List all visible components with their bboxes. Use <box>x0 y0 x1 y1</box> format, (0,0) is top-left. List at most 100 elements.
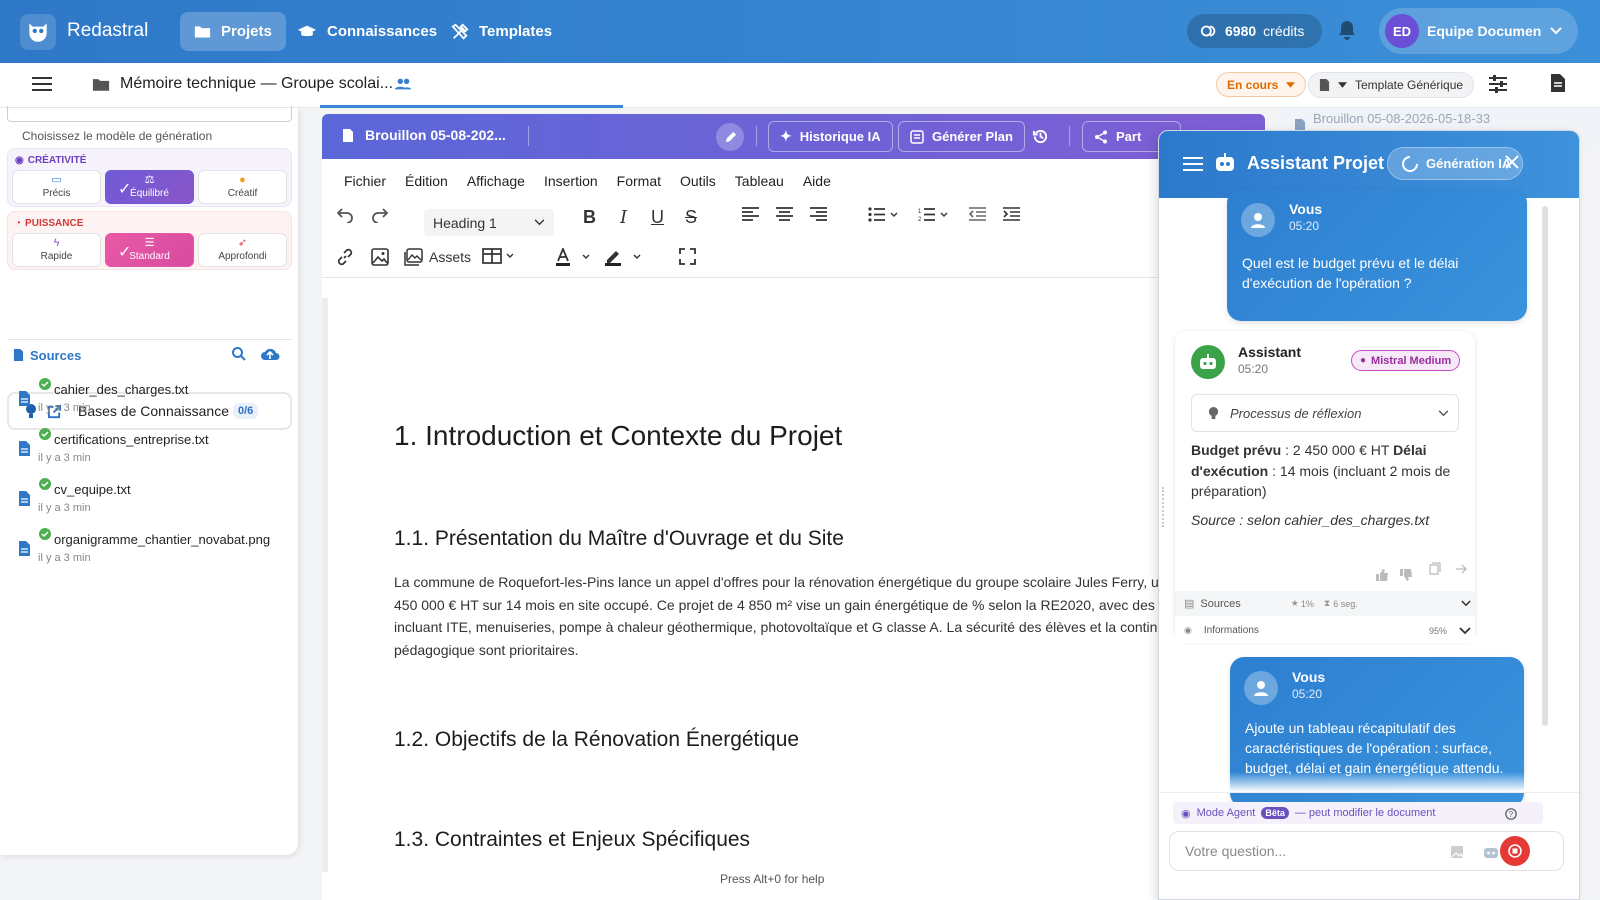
source-name: certifications_entreprise.txt <box>54 432 209 447</box>
app-logo[interactable] <box>20 14 56 50</box>
scrollbar[interactable] <box>1542 206 1548 726</box>
thumbs-up-icon[interactable] <box>1375 569 1388 581</box>
menu-item[interactable]: Tableau <box>735 173 784 189</box>
menu-item[interactable]: Affichage <box>467 173 525 189</box>
copy-icon[interactable] <box>1429 562 1441 575</box>
option-creatif[interactable]: ● Créatif <box>198 170 287 204</box>
credits-badge[interactable]: 6980 crédits <box>1187 14 1322 48</box>
source-item[interactable]: cv_equipe.txt il y a 3 min <box>18 478 288 522</box>
source-time: il y a 3 min <box>38 452 91 464</box>
align-left-icon[interactable] <box>742 207 759 222</box>
align-center-icon[interactable] <box>776 207 793 222</box>
menu-item[interactable]: Outils <box>680 173 716 189</box>
option-rapide[interactable]: ϟ Rapide <box>12 233 101 267</box>
hourglass-icon: ⧗ <box>1323 598 1331 608</box>
option-equilibre[interactable]: ⚖ Équilibré ✓ <box>105 170 194 204</box>
hamburger-menu-icon[interactable] <box>32 76 52 92</box>
settings-sliders-icon[interactable] <box>1488 74 1508 94</box>
stop-generation-button[interactable] <box>1500 836 1530 866</box>
undo-icon[interactable] <box>336 207 354 223</box>
table-icon[interactable] <box>482 248 518 264</box>
menu-item[interactable]: Fichier <box>344 173 386 189</box>
bold-icon[interactable]: B <box>583 207 596 228</box>
history-icon[interactable] <box>1032 128 1049 145</box>
edit-pencil-icon[interactable] <box>716 123 744 151</box>
nav-templates[interactable]: Templates <box>437 12 566 51</box>
block-format-select[interactable]: Heading 1 <box>424 209 554 236</box>
strikethrough-icon[interactable]: S <box>685 207 697 228</box>
menu-item[interactable]: Insertion <box>544 173 598 189</box>
highlight-color-icon[interactable] <box>604 248 646 266</box>
divider <box>528 126 529 146</box>
option-standard[interactable]: ☰ Standard ✓ <box>105 233 194 267</box>
resize-handle[interactable] <box>1162 487 1165 527</box>
outdent-icon[interactable] <box>969 207 986 222</box>
search-icon[interactable] <box>232 347 246 361</box>
option-precis[interactable]: ▭ Précis <box>12 170 101 204</box>
history-ai-button[interactable]: ✦ Historique IA <box>768 121 893 152</box>
status-dropdown[interactable]: En cours <box>1216 72 1307 97</box>
document-title[interactable]: Mémoire technique — Groupe scolai... <box>120 75 393 93</box>
reasoning-accordion[interactable]: Processus de réflexion <box>1191 394 1459 432</box>
creativity-title: CRÉATIVITÉ <box>27 155 87 166</box>
draft-title[interactable]: Brouillon 05-08-202... <box>365 127 506 143</box>
message-author: Assistant <box>1238 344 1302 360</box>
source-item[interactable]: cahier_des_charges.txt il y a 3 min <box>18 378 288 422</box>
menu-item[interactable]: Format <box>617 173 661 189</box>
source-item[interactable]: organigramme_chantier_novabat.png il y a … <box>18 528 288 572</box>
align-right-icon[interactable] <box>810 207 827 222</box>
bolt-icon: ϟ <box>53 237 60 249</box>
nav-projets[interactable]: Projets <box>180 12 286 51</box>
generate-plan-button[interactable]: Générer Plan <box>898 121 1025 152</box>
option-approfondi[interactable]: ➶ Approfondi <box>198 233 287 267</box>
robot-icon[interactable] <box>1483 845 1499 859</box>
power-header: ◔ PUISSANCE <box>15 218 287 229</box>
indent-icon[interactable] <box>1003 207 1020 222</box>
draft-history-item[interactable]: Brouillon 05-08-2026-05-18-33 <box>1313 111 1490 126</box>
coins-icon <box>1200 25 1216 37</box>
left-sidebar: Choisissez le modèle de génération ◉ CRÉ… <box>0 106 298 855</box>
ai-generation-button[interactable]: Génération IA <box>1387 147 1523 180</box>
menu-icon[interactable] <box>1183 156 1203 172</box>
assets-button[interactable]: Assets <box>404 248 471 266</box>
divider <box>7 339 292 340</box>
source-item[interactable]: certifications_entreprise.txtil y a 3 mi… <box>18 428 288 472</box>
thumbs-down-icon[interactable] <box>1399 569 1412 581</box>
bell-icon[interactable] <box>1338 20 1356 41</box>
underline-icon[interactable]: U <box>651 207 664 228</box>
ruler-icon: ▭ <box>51 174 62 186</box>
chevron-down-icon <box>534 219 545 226</box>
text-color-icon[interactable] <box>555 248 595 266</box>
menu-item[interactable]: Édition <box>405 173 448 189</box>
budget-label: Budget prévu <box>1191 442 1282 458</box>
image-attach-icon[interactable] <box>1450 845 1464 859</box>
help-icon[interactable]: ? <box>1505 808 1517 820</box>
insert-into-document-icon[interactable] <box>1455 564 1467 574</box>
source-time: il y a 3 min <box>38 552 91 564</box>
image-icon[interactable] <box>371 248 389 266</box>
model-select-field[interactable] <box>7 106 292 122</box>
formatting-toolbar-row-1: Heading 1 B I U S 12 <box>322 201 1265 237</box>
agent-mode-bar[interactable]: ◉ Mode Agent Bêta — peut modifier le doc… <box>1173 802 1543 824</box>
user-menu[interactable]: ED Equipe Documen... <box>1379 8 1578 54</box>
italic-icon[interactable]: I <box>620 207 627 228</box>
document-page[interactable]: 1. Introduction et Contexte du Projet 1.… <box>328 298 1265 878</box>
numbered-list-icon[interactable]: 12 <box>918 207 948 222</box>
template-selector[interactable]: Template Générique <box>1308 72 1475 98</box>
link-icon[interactable] <box>336 248 354 266</box>
sparkles-icon: ✦ <box>780 128 792 144</box>
close-icon[interactable] <box>1505 155 1519 169</box>
cloud-upload-icon[interactable] <box>260 347 280 361</box>
menu-item[interactable]: Aide <box>803 173 831 189</box>
info-accordion[interactable]: ◉ Informations 95% <box>1175 618 1475 643</box>
redo-icon[interactable] <box>371 207 389 223</box>
shared-users-icon[interactable] <box>394 77 412 91</box>
assistant-panel: Assistant Projet Génération IA Vous 05:2… <box>1158 130 1580 900</box>
document-icon[interactable] <box>1550 73 1566 93</box>
sources-accordion[interactable]: ▤ Sources ★ 1% ⧗ 6 seg. <box>1175 591 1475 616</box>
block-format-value: Heading 1 <box>433 214 497 231</box>
option-label: Rapide <box>40 251 73 262</box>
bullet-list-icon[interactable] <box>868 207 898 222</box>
fullscreen-icon[interactable] <box>679 248 696 265</box>
nav-connaissances[interactable]: Connaissances <box>283 12 451 51</box>
